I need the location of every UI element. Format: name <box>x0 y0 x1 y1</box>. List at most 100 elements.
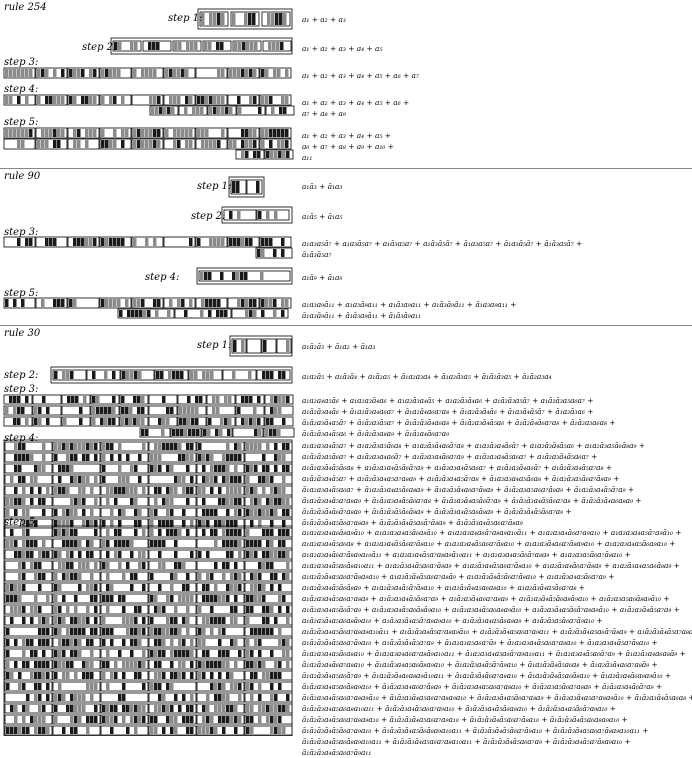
pattern-cell <box>70 705 74 712</box>
pattern-cell <box>286 498 290 505</box>
pattern-cell <box>110 716 114 723</box>
pattern-cell <box>42 628 46 635</box>
pattern-cell <box>151 107 155 114</box>
section-title-rule-254: rule 254 <box>4 2 47 13</box>
pattern-cell <box>92 396 96 403</box>
pattern-cell <box>162 650 166 657</box>
pattern-cell <box>186 617 190 624</box>
pattern-cell <box>114 498 118 505</box>
pattern-cell <box>182 487 186 494</box>
pattern-cell <box>230 584 234 591</box>
step-label: step 5: <box>4 117 39 128</box>
pattern-cell <box>69 69 73 77</box>
pattern-cell <box>174 573 178 580</box>
pattern-cell <box>274 151 278 158</box>
pattern-cell <box>189 96 193 104</box>
formula-text: a₁ā₃ + ā₁a₃ <box>302 182 343 191</box>
pattern-cell <box>46 661 50 668</box>
pattern-cell <box>130 540 134 547</box>
pattern-cell <box>234 573 238 580</box>
pattern-cell <box>212 396 216 403</box>
pattern-cell <box>66 443 70 450</box>
pattern-cell <box>274 487 278 494</box>
formula-text: a₁ + a₂ + a₃ <box>302 15 346 24</box>
pattern-cell <box>70 551 74 558</box>
pattern-cell <box>206 551 210 558</box>
pattern-cell <box>182 584 186 591</box>
pattern-cell <box>249 310 253 317</box>
pattern-cell <box>22 498 26 505</box>
pattern-cell <box>14 540 18 547</box>
pattern-cell <box>266 540 270 547</box>
pattern-cell <box>25 396 29 403</box>
pattern-cell <box>278 705 282 712</box>
pattern-cell <box>42 454 46 461</box>
pattern-cell <box>282 551 286 558</box>
pattern-cell <box>74 727 78 734</box>
pattern-cell <box>6 661 10 668</box>
pattern-cell <box>102 540 106 547</box>
pattern-cell <box>190 694 194 701</box>
pattern-cell <box>106 683 110 690</box>
pattern-cell <box>250 465 254 472</box>
pattern-cell <box>153 140 157 148</box>
pattern-cell <box>122 595 126 602</box>
pattern-cell <box>276 42 280 50</box>
pattern-cell <box>226 672 230 679</box>
pattern-cell <box>82 454 86 461</box>
pattern-cell <box>186 42 190 50</box>
pattern-cell <box>245 418 249 425</box>
pattern-cell <box>198 639 202 646</box>
pattern-cell <box>238 694 242 701</box>
pattern-cell <box>224 310 228 317</box>
pattern-cell <box>250 498 254 505</box>
pattern-cell <box>285 129 289 137</box>
pattern-cell <box>150 540 154 547</box>
pattern-cell <box>286 443 290 450</box>
pattern-cell <box>6 628 10 635</box>
pattern-cell <box>38 672 42 679</box>
pattern-cell <box>18 551 22 558</box>
pattern-cell <box>126 540 130 547</box>
pattern-cell <box>228 418 232 425</box>
pattern-cell <box>217 69 221 77</box>
pattern-cell <box>250 606 254 613</box>
formula-text: a₁ā₉ + ā₁a₉ <box>302 273 343 282</box>
pattern-cell <box>110 443 114 450</box>
pattern-cell <box>174 562 178 569</box>
pattern-cell <box>108 407 112 414</box>
pattern-cell <box>269 238 273 246</box>
pattern-cell <box>102 716 106 723</box>
pattern-cell <box>121 140 125 148</box>
pattern-cell <box>253 140 257 148</box>
pattern-cell <box>58 617 62 624</box>
pattern-cell <box>230 454 234 461</box>
pattern-cell <box>282 595 286 602</box>
pattern-cell <box>6 639 10 646</box>
pattern-cell <box>106 529 110 536</box>
pattern-cell <box>241 418 245 425</box>
pattern-cell <box>34 595 38 602</box>
pattern-cell <box>94 606 98 613</box>
pattern-cell <box>249 396 253 403</box>
pattern-cell <box>202 595 206 602</box>
pattern-cell <box>170 727 174 734</box>
pattern-cell <box>153 69 157 77</box>
pattern-cell <box>282 498 286 505</box>
pattern-cell <box>270 573 274 580</box>
pattern-cell <box>226 584 230 591</box>
pattern-cell <box>42 540 46 547</box>
pattern-cell <box>102 595 106 602</box>
pattern-cell <box>118 540 122 547</box>
pattern-cell <box>86 540 90 547</box>
pattern-cell <box>234 661 238 668</box>
pattern-cell <box>92 407 96 414</box>
pattern-cell <box>37 96 41 104</box>
pattern-cell <box>178 562 182 569</box>
pattern-cell <box>202 617 206 624</box>
pattern-cell <box>130 573 134 580</box>
pattern-cell <box>134 498 138 505</box>
pattern-cell <box>202 705 206 712</box>
pattern-cell <box>182 562 186 569</box>
pattern-cell <box>58 683 62 690</box>
